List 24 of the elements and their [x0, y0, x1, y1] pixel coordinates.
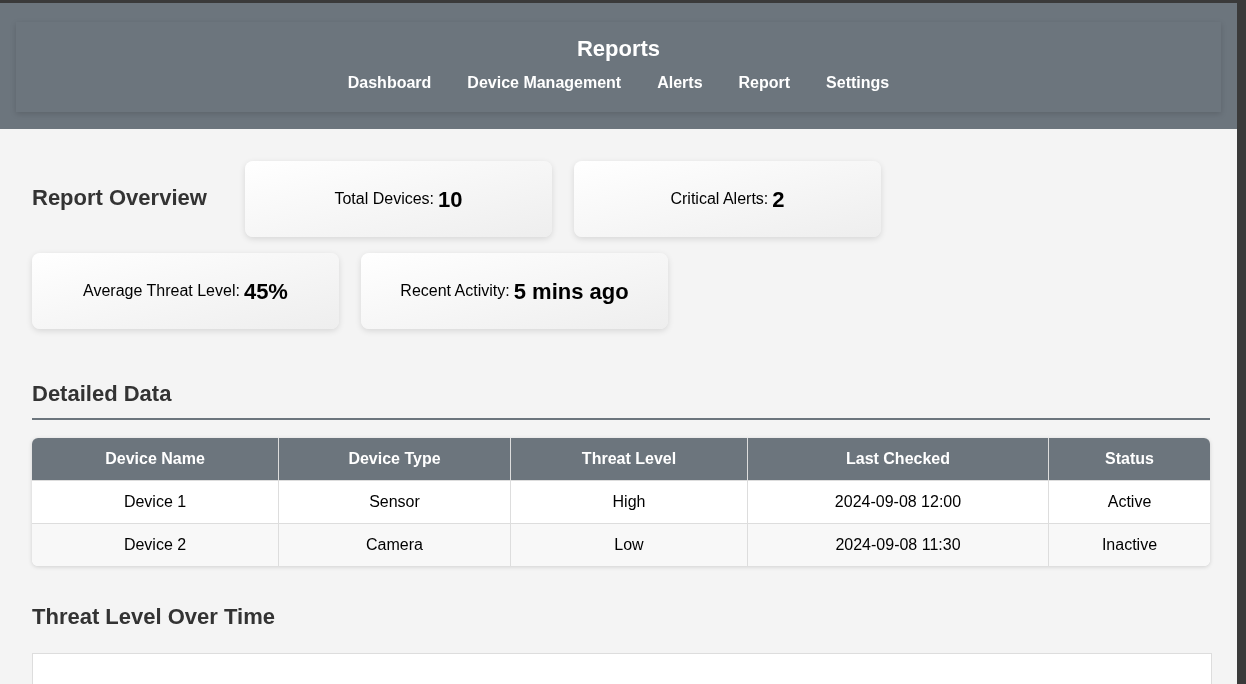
- column-header: Status: [1104, 449, 1155, 469]
- stat-value: 5 mins ago: [513, 277, 629, 306]
- nav-link[interactable]: Alerts: [657, 73, 703, 93]
- table-cell: Device 2: [32, 524, 279, 566]
- section-title: Report Overview: [32, 184, 208, 212]
- table-cell-text: Inactive: [1100, 535, 1159, 555]
- nav-link[interactable]: Device Management: [467, 73, 622, 93]
- stat-label: Total Devices:: [334, 189, 435, 209]
- nav-link[interactable]: Settings: [826, 73, 890, 93]
- table-cell-text: Active: [1106, 492, 1153, 512]
- page-title: Reports: [576, 35, 661, 63]
- stat-label: Critical Alerts:: [670, 189, 769, 209]
- nav-link[interactable]: Report: [738, 73, 791, 93]
- stat-label: Average Threat Level:: [83, 281, 240, 301]
- table-cell: Camera: [279, 524, 511, 566]
- table-cell: 2024-09-08 11:30: [748, 524, 1049, 566]
- section-title: Threat Level Over Time: [32, 603, 276, 631]
- nav-link[interactable]: Dashboard: [347, 73, 432, 93]
- stat-label: Recent Activity:: [400, 281, 510, 301]
- table-cell: Low: [511, 524, 748, 566]
- stat-value: 45%: [243, 277, 288, 306]
- stat-value: 2: [772, 185, 785, 214]
- stat-value: 10: [438, 185, 463, 214]
- section-title: Detailed Data: [32, 377, 1210, 420]
